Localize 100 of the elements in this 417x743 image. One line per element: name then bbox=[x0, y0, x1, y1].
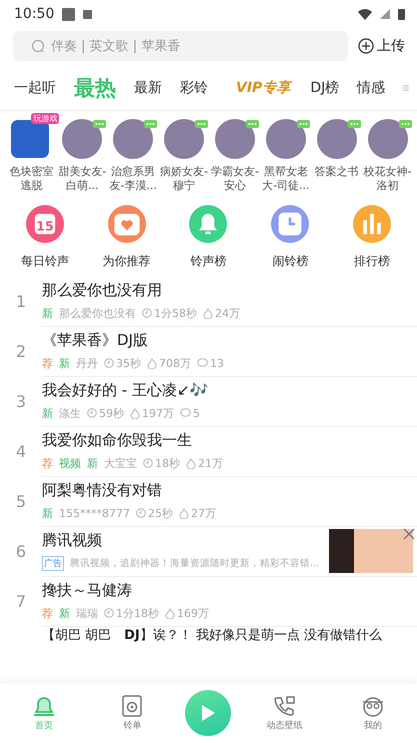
bell-icon bbox=[32, 694, 56, 716]
ad-label: 广告 bbox=[42, 556, 64, 570]
song-duration: 1分58秒 bbox=[154, 306, 197, 320]
avatar-placeholder[interactable] bbox=[164, 119, 204, 159]
song-author: 涤生 bbox=[59, 406, 81, 420]
like-count: 27万 bbox=[191, 506, 216, 520]
song-author: 155****8777 bbox=[59, 506, 130, 520]
nav-tab[interactable]: 我的 bbox=[338, 694, 408, 732]
game-badge: 玩游戏 bbox=[31, 113, 60, 124]
more-badge-icon bbox=[195, 120, 208, 128]
calendar-day: 15 bbox=[36, 218, 54, 234]
avatar-placeholder[interactable] bbox=[113, 119, 154, 159]
more-badge-icon bbox=[246, 120, 259, 128]
character-name[interactable]: 学霸女友-安心 bbox=[210, 165, 259, 193]
rank-number: 6 bbox=[14, 542, 28, 560]
avatar-placeholder[interactable] bbox=[62, 119, 102, 159]
song-tag: 荐 bbox=[42, 356, 53, 370]
more-badge-icon bbox=[348, 120, 361, 128]
more-badge-icon bbox=[144, 120, 158, 128]
song-duration: 18秒 bbox=[155, 456, 180, 470]
notification-icon bbox=[83, 10, 92, 18]
avatar-placeholder[interactable] bbox=[214, 119, 255, 159]
clock-icon bbox=[87, 408, 97, 418]
clock-icon bbox=[104, 358, 114, 368]
nav-tab[interactable]: 铃单 bbox=[97, 694, 168, 732]
category-tab[interactable]: DJ榜 bbox=[310, 79, 340, 97]
clock-icon bbox=[143, 458, 153, 468]
like-count: 197万 bbox=[142, 406, 174, 420]
like-count: 708万 bbox=[159, 356, 191, 370]
avatar-placeholder[interactable] bbox=[316, 119, 357, 159]
rank-number: 2 bbox=[14, 342, 28, 360]
upload-button[interactable]: 上传 bbox=[358, 37, 405, 55]
comment-icon bbox=[197, 358, 208, 368]
rank-number: 7 bbox=[14, 592, 28, 610]
more-badge-icon bbox=[398, 120, 412, 128]
song-tag: 视频 bbox=[59, 456, 81, 470]
shortcut-label[interactable]: 闹铃榜 bbox=[272, 253, 308, 270]
character-name[interactable]: 病娇女友-穆宁 bbox=[160, 165, 208, 193]
like-count: 21万 bbox=[198, 456, 223, 470]
search-icon bbox=[31, 39, 45, 53]
rank-number: 3 bbox=[14, 392, 28, 410]
song-title[interactable]: 我会好好的 - 王心凌↙🎶 bbox=[42, 380, 417, 400]
song-tag: 新 bbox=[87, 456, 98, 470]
category-tab[interactable]: 彩铃 bbox=[180, 79, 208, 97]
like-count: 24万 bbox=[215, 306, 240, 320]
song-title[interactable]: 《苹果香》DJ版 bbox=[42, 330, 417, 350]
character-name[interactable]: 答案之书 bbox=[312, 165, 361, 179]
shortcut-label[interactable]: 为你推荐 bbox=[102, 253, 151, 270]
clock-icon bbox=[142, 308, 152, 318]
song-duration: 25秒 bbox=[148, 506, 173, 520]
comment-count: 5 bbox=[193, 406, 200, 420]
song-duration: 35秒 bbox=[116, 356, 141, 370]
bell-icon[interactable] bbox=[189, 205, 228, 243]
song-title[interactable]: 【胡巴 胡巴 DJ】诶？！ 我好像只是萌一点 没有做错什么 bbox=[42, 626, 417, 644]
song-author: 丹丹 bbox=[76, 356, 98, 370]
notification-icon bbox=[62, 8, 76, 20]
song-title[interactable]: 阿梨粤情没有对错 bbox=[42, 480, 417, 500]
song-title[interactable]: 那么爱你也没有用 bbox=[42, 280, 417, 300]
search-placeholder: 伴奏 | 英文歌 | 苹果香 bbox=[51, 38, 180, 55]
close-icon[interactable] bbox=[402, 526, 416, 540]
play-icon bbox=[200, 704, 216, 722]
comment-icon bbox=[180, 408, 191, 418]
phone-icon bbox=[272, 694, 297, 716]
status-time: 10:50 bbox=[14, 6, 54, 22]
bars-icon[interactable] bbox=[353, 205, 392, 243]
character-name[interactable]: 治愈系男友-李漠... bbox=[109, 165, 158, 193]
more-badge-icon bbox=[93, 120, 106, 128]
song-tag: 新 bbox=[42, 406, 53, 420]
song-duration: 59秒 bbox=[99, 406, 124, 420]
ad-description: 腾讯视频，追剧神器！海量资源随时更新，精彩不容错... bbox=[70, 556, 320, 570]
shortcut-label[interactable]: 铃声榜 bbox=[190, 253, 226, 270]
song-tag: 新 bbox=[42, 506, 53, 520]
song-title[interactable]: 搀扶～马健涛 bbox=[42, 580, 417, 600]
category-tab[interactable]: 一起听 bbox=[14, 79, 56, 97]
song-author: 瑞瑞 bbox=[76, 606, 98, 620]
character-name[interactable]: 甜美女友-白萌... bbox=[58, 165, 106, 193]
shortcut-label[interactable]: 排行榜 bbox=[354, 253, 390, 270]
song-title[interactable]: 我爱你如命你毁我一生 bbox=[42, 430, 417, 450]
song-duration: 1分18秒 bbox=[116, 606, 159, 620]
ad-title[interactable]: 腾讯视频 bbox=[42, 530, 417, 550]
shortcut-label[interactable]: 每日铃声 bbox=[20, 253, 69, 270]
song-tag: 新 bbox=[59, 356, 70, 370]
avatar-placeholder[interactable] bbox=[266, 119, 306, 159]
character-name[interactable]: 黑帮女老大-司徒... bbox=[262, 165, 310, 193]
rank-number: 4 bbox=[14, 442, 28, 460]
ad-image-placeholder[interactable] bbox=[329, 528, 413, 572]
category-tab[interactable]: 情感 bbox=[357, 79, 386, 97]
avatar-placeholder[interactable] bbox=[368, 119, 408, 159]
category-tab[interactable]: 最新 bbox=[134, 79, 162, 97]
clock-icon bbox=[104, 608, 114, 618]
song-tag: 新 bbox=[42, 306, 53, 320]
clock-icon[interactable] bbox=[271, 205, 310, 243]
character-name[interactable]: 色块密室逃脱 bbox=[7, 165, 56, 193]
game-icon[interactable] bbox=[11, 120, 50, 158]
song-tag: 荐 bbox=[42, 606, 53, 620]
nav-tab[interactable]: 动态壁纸 bbox=[250, 694, 320, 732]
character-name[interactable]: 校花女神-洛初 bbox=[364, 165, 412, 193]
battery-icon bbox=[398, 8, 405, 20]
song-author: 大宝宝 bbox=[104, 456, 137, 470]
play-button[interactable] bbox=[185, 690, 232, 736]
